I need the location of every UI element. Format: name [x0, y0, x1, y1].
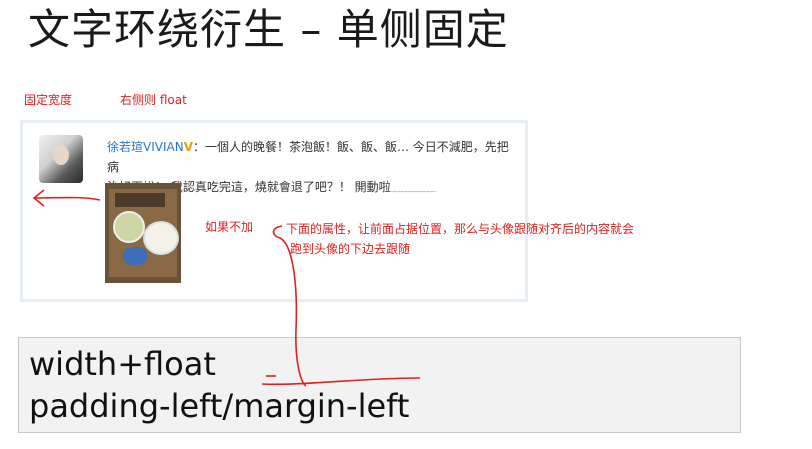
explanation-line-1: 下面的属性，让前面占据位置，那么与头像跟随对齐后的内容就会 — [286, 222, 635, 236]
avatar — [39, 135, 83, 183]
code-box: width+float padding-left/margin-left — [18, 337, 741, 433]
slide-title: 文字环绕衍生 – 单侧固定 — [28, 5, 509, 54]
right-float-note: 右侧则 float — [120, 93, 187, 107]
explanation-line-2: 跑到头像的下边去跟随 — [290, 242, 411, 256]
weibo-post-card: 徐若瑄VIVIANV：一個人的晚餐！茶泡飯！飯、飯、飯… 今日不減肥，先把病 治… — [20, 120, 528, 302]
code-line-1: width+float — [29, 345, 216, 383]
squiggle-underline-icon: ﹏﹏﹏﹏ — [390, 180, 436, 194]
code-line-2: padding-left/margin-left — [29, 387, 410, 425]
fixed-width-note: 固定宽度 — [24, 93, 73, 107]
username-link[interactable]: 徐若瑄VIVIAN — [107, 140, 184, 154]
if-not-added-note: 如果不加 — [205, 220, 254, 234]
verified-badge-icon: V — [183, 140, 193, 154]
food-photo[interactable] — [105, 183, 181, 283]
